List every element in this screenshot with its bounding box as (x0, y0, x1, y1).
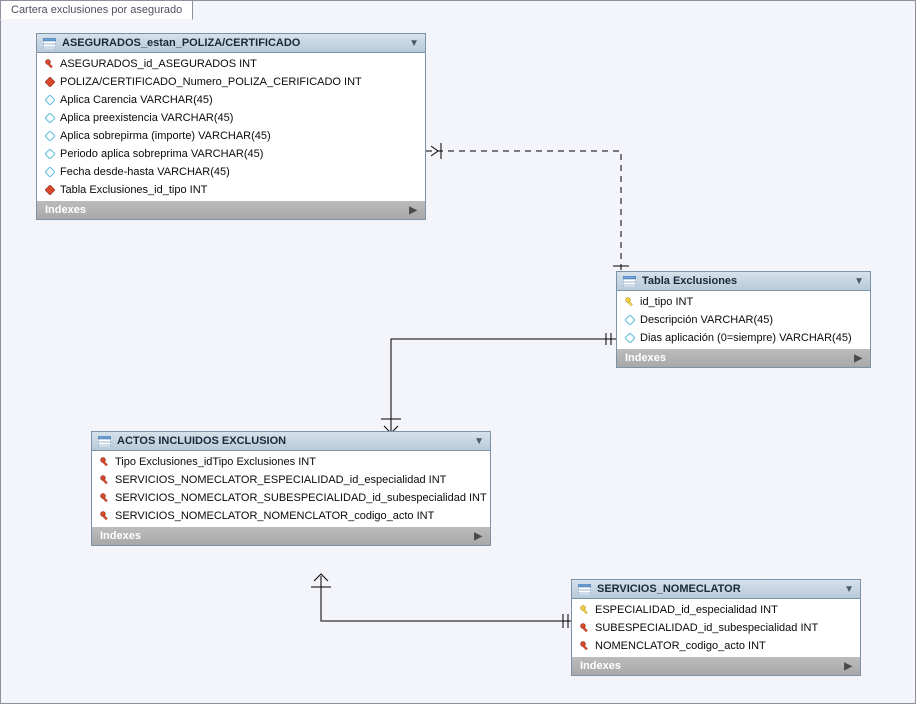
table-title: ASEGURADOS_estan_POLIZA/CERTIFICADO (62, 37, 403, 49)
table-title: SERVICIOS_NOMECLATOR (597, 583, 838, 595)
pk-red-icon (100, 511, 110, 521)
column-row[interactable]: Tipo Exclusiones_idTipo Exclusiones INT (92, 453, 490, 471)
column-row[interactable]: POLIZA/CERTIFICADO_Numero_POLIZA_CERIFIC… (37, 73, 425, 91)
table-title: ACTOS INCLUIDOS EXCLUSION (117, 435, 468, 447)
column-text: Dias aplicación (0=siempre) VARCHAR(45) (640, 332, 852, 344)
table-actos[interactable]: ACTOS INCLUIDOS EXCLUSION ▼ Tipo Exclusi… (91, 431, 491, 546)
column-text: Aplica preexistencia VARCHAR(45) (60, 112, 233, 124)
column-row[interactable]: Aplica sobrepirma (importe) VARCHAR(45) (37, 127, 425, 145)
pk-red-icon (580, 641, 590, 651)
collapse-icon[interactable]: ▼ (854, 276, 864, 287)
table-header[interactable]: Tabla Exclusiones ▼ (617, 272, 870, 291)
column-row[interactable]: SERVICIOS_NOMECLATOR_NOMENCLATOR_codigo_… (92, 507, 490, 525)
diagram-tab[interactable]: Cartera exclusiones por asegurado (0, 0, 193, 20)
pk-red-icon (45, 59, 55, 69)
table-icon (43, 38, 56, 49)
indexes-label: Indexes (625, 352, 666, 364)
column-row[interactable]: Periodo aplica sobreprima VARCHAR(45) (37, 145, 425, 163)
pk-yellow-icon (580, 605, 590, 615)
dia-icon (625, 315, 635, 325)
column-row[interactable]: Dias aplicación (0=siempre) VARCHAR(45) (617, 329, 870, 347)
indexes-section[interactable]: Indexes ▶ (572, 657, 860, 675)
expand-icon[interactable]: ▶ (409, 205, 417, 216)
table-icon (623, 276, 636, 287)
dia-icon (45, 149, 55, 159)
dia-icon (45, 131, 55, 141)
dia-icon (45, 167, 55, 177)
table-asegurados[interactable]: ASEGURADOS_estan_POLIZA/CERTIFICADO ▼ AS… (36, 33, 426, 220)
column-text: SUBESPECIALIDAD_id_subespecialidad INT (595, 622, 818, 634)
columns-list: Tipo Exclusiones_idTipo Exclusiones INT S… (92, 451, 490, 527)
table-servicios[interactable]: SERVICIOS_NOMECLATOR ▼ ESPECIALIDAD_id_e… (571, 579, 861, 676)
fk-red-icon (45, 185, 55, 195)
column-row[interactable]: SERVICIOS_NOMECLATOR_ESPECIALIDAD_id_esp… (92, 471, 490, 489)
collapse-icon[interactable]: ▼ (409, 38, 419, 49)
table-title: Tabla Exclusiones (642, 275, 848, 287)
expand-icon[interactable]: ▶ (474, 531, 482, 542)
column-text: Periodo aplica sobreprima VARCHAR(45) (60, 148, 263, 160)
pk-yellow-icon (625, 297, 635, 307)
pk-red-icon (100, 493, 110, 503)
columns-list: id_tipo INT Descripción VARCHAR(45) Dias a… (617, 291, 870, 349)
collapse-icon[interactable]: ▼ (474, 436, 484, 447)
column-row[interactable]: Descripción VARCHAR(45) (617, 311, 870, 329)
column-text: Descripción VARCHAR(45) (640, 314, 773, 326)
erd-canvas: Cartera exclusiones por asegurado ASEGUR… (0, 0, 916, 704)
column-row[interactable]: id_tipo INT (617, 293, 870, 311)
indexes-label: Indexes (580, 660, 621, 672)
table-header[interactable]: ASEGURADOS_estan_POLIZA/CERTIFICADO ▼ (37, 34, 425, 53)
column-text: ASEGURADOS_id_ASEGURADOS INT (60, 58, 257, 70)
column-text: id_tipo INT (640, 296, 693, 308)
collapse-icon[interactable]: ▼ (844, 584, 854, 595)
column-text: Tipo Exclusiones_idTipo Exclusiones INT (115, 456, 316, 468)
indexes-section[interactable]: Indexes ▶ (37, 201, 425, 219)
column-text: POLIZA/CERTIFICADO_Numero_POLIZA_CERIFIC… (60, 76, 362, 88)
indexes-section[interactable]: Indexes ▶ (617, 349, 870, 367)
column-row[interactable]: Aplica preexistencia VARCHAR(45) (37, 109, 425, 127)
indexes-label: Indexes (45, 204, 86, 216)
column-row[interactable]: ASEGURADOS_id_ASEGURADOS INT (37, 55, 425, 73)
column-row[interactable]: SERVICIOS_NOMECLATOR_SUBESPECIALIDAD_id_… (92, 489, 490, 507)
column-text: SERVICIOS_NOMECLATOR_ESPECIALIDAD_id_esp… (115, 474, 446, 486)
table-header[interactable]: ACTOS INCLUIDOS EXCLUSION ▼ (92, 432, 490, 451)
table-icon (578, 584, 591, 595)
table-icon (98, 436, 111, 447)
table-header[interactable]: SERVICIOS_NOMECLATOR ▼ (572, 580, 860, 599)
dia-icon (625, 333, 635, 343)
pk-red-icon (100, 457, 110, 467)
expand-icon[interactable]: ▶ (844, 661, 852, 672)
column-row[interactable]: ESPECIALIDAD_id_especialidad INT (572, 601, 860, 619)
indexes-section[interactable]: Indexes ▶ (92, 527, 490, 545)
table-exclusiones[interactable]: Tabla Exclusiones ▼ id_tipo INT Descripci… (616, 271, 871, 368)
column-text: NOMENCLATOR_codigo_acto INT (595, 640, 766, 652)
column-row[interactable]: Fecha desde-hasta VARCHAR(45) (37, 163, 425, 181)
column-text: SERVICIOS_NOMECLATOR_NOMENCLATOR_codigo_… (115, 510, 434, 522)
column-text: Tabla Exclusiones_id_tipo INT (60, 184, 207, 196)
dia-icon (45, 113, 55, 123)
column-text: ESPECIALIDAD_id_especialidad INT (595, 604, 778, 616)
column-text: Aplica Carencia VARCHAR(45) (60, 94, 213, 106)
column-row[interactable]: NOMENCLATOR_codigo_acto INT (572, 637, 860, 655)
columns-list: ASEGURADOS_id_ASEGURADOS INT POLIZA/CERTI… (37, 53, 425, 201)
column-row[interactable]: Tabla Exclusiones_id_tipo INT (37, 181, 425, 199)
fk-red-icon (45, 77, 55, 87)
pk-red-icon (580, 623, 590, 633)
column-text: SERVICIOS_NOMECLATOR_SUBESPECIALIDAD_id_… (115, 492, 487, 504)
column-row[interactable]: SUBESPECIALIDAD_id_subespecialidad INT (572, 619, 860, 637)
column-text: Aplica sobrepirma (importe) VARCHAR(45) (60, 130, 271, 142)
dia-icon (45, 95, 55, 105)
expand-icon[interactable]: ▶ (854, 353, 862, 364)
columns-list: ESPECIALIDAD_id_especialidad INT SUBESPEC… (572, 599, 860, 657)
column-text: Fecha desde-hasta VARCHAR(45) (60, 166, 230, 178)
pk-red-icon (100, 475, 110, 485)
indexes-label: Indexes (100, 530, 141, 542)
column-row[interactable]: Aplica Carencia VARCHAR(45) (37, 91, 425, 109)
